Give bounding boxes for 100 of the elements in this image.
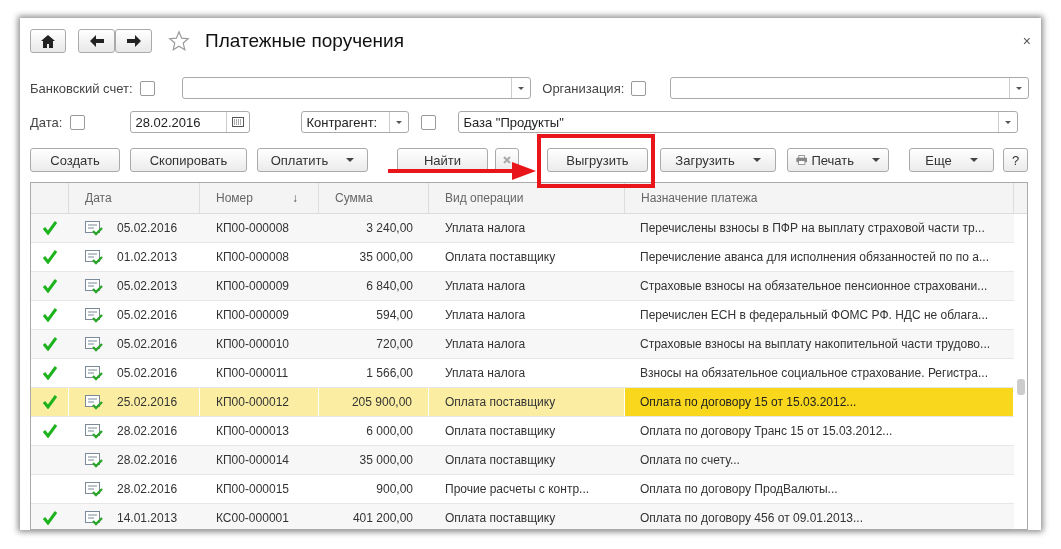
column-header[interactable]: Номер — [216, 191, 253, 205]
column-header[interactable]: Вид операции — [445, 191, 524, 205]
toolbar-button[interactable]: Скопировать — [130, 148, 247, 172]
table-cell: Страховые взносы на обязательное пенсионное страховани... — [640, 279, 988, 293]
counterparty-field[interactable]: База "Продукты" — [458, 111, 1019, 133]
table-cell: 1 566,00 — [366, 366, 413, 380]
table-row[interactable]: 05.02.2013 КП00-000009 6 840,00 Уплата налога Страховые взносы на обязательное пенсионное страховани... — [31, 272, 1014, 301]
back-button[interactable] — [78, 29, 115, 53]
table-cell: 28.02.2016 — [117, 482, 178, 496]
checkbox[interactable] — [631, 80, 647, 96]
caret-icon — [346, 158, 355, 162]
document-icon — [85, 220, 103, 236]
table-cell: Оплата поставщику — [445, 511, 556, 525]
table-cell: Оплата по счету... — [640, 453, 740, 467]
column-header[interactable]: Сумма — [335, 191, 373, 205]
table-cell: 3 240,00 — [366, 221, 413, 235]
table-row[interactable]: 05.02.2016 КП00-000010 720,00 Уплата налога Страховые взносы на выплату накопительной части трудово... — [31, 330, 1014, 359]
field-label: Организация: — [542, 80, 625, 96]
table-cell: 05.02.2016 — [117, 366, 178, 380]
table-cell: Взносы на обязательное социальное страхование. Регистра... — [640, 366, 988, 380]
table-cell: Уплата налога — [445, 366, 526, 380]
table-cell: 720,00 — [376, 337, 413, 351]
scroll-thumb[interactable] — [1017, 379, 1025, 395]
table-cell: 401 200,00 — [352, 511, 413, 525]
table-row[interactable]: 14.01.2013 КС00-000001 401 200,00 Оплата поставщику Оплата по договору 456 от 09.01.2013... — [31, 504, 1014, 529]
toolbar-button[interactable]: Оплатить — [257, 148, 368, 172]
table-cell: КП00-000008 — [216, 221, 289, 235]
table-cell: КП00-000013 — [216, 424, 289, 438]
document-icon — [85, 307, 103, 323]
calendar-icon — [232, 117, 245, 127]
bank-account-field[interactable] — [181, 77, 532, 99]
column-header[interactable]: Назначение платежа — [641, 191, 758, 205]
toolbar-button[interactable]: Печать — [787, 148, 889, 172]
table-row[interactable]: 25.02.2016 КП00-000012 205 900,00 Оплата поставщику Оплата по договору 15 от 15.03.2012... — [31, 388, 1014, 417]
sort-indicator: ↓ — [292, 191, 298, 205]
document-icon — [85, 336, 103, 352]
table-cell: 6 000,00 — [366, 424, 413, 438]
forward-button[interactable] — [115, 29, 152, 53]
back-arrow-icon — [89, 35, 104, 47]
organization-field[interactable] — [670, 77, 1029, 99]
table-cell: 01.02.2013 — [117, 250, 178, 264]
table-cell: 35 000,00 — [359, 250, 413, 264]
checkbox[interactable] — [70, 114, 86, 130]
table-cell: 28.02.2016 — [117, 424, 178, 438]
table-cell: Оплата поставщику — [445, 453, 556, 467]
caret-icon — [969, 158, 978, 162]
table-cell: КП00-000012 — [216, 395, 289, 409]
table-cell: Уплата налога — [445, 279, 526, 293]
forward-arrow-icon — [126, 35, 141, 47]
checkbox[interactable] — [421, 114, 437, 130]
table-cell: Прочие расчеты с контр... — [445, 482, 590, 496]
date-field[interactable]: 28.02.2016 — [130, 111, 251, 133]
caret-icon — [752, 158, 761, 162]
table-cell: КС00-000001 — [216, 511, 289, 525]
counterparty-type-field[interactable]: Контрагент: — [301, 111, 410, 133]
toolbar-button[interactable]: Выгрузить — [547, 148, 648, 172]
table-cell: Страховые взносы на выплату накопительной части трудово... — [640, 337, 991, 351]
table-cell: Оплата по договору Транс 15 от 15.03.2012... — [640, 424, 893, 438]
table-row[interactable]: 28.02.2016 КП00-000014 35 000,00 Оплата поставщику Оплата по счету... — [31, 446, 1014, 475]
toolbar-button[interactable]: ? — [1003, 148, 1028, 172]
table-cell: 205 900,00 — [351, 395, 412, 409]
column-header[interactable]: Дата — [85, 191, 112, 205]
document-icon — [85, 423, 103, 439]
table-cell: Оплата по договору 456 от 09.01.2013... — [640, 511, 864, 525]
table-cell: Оплата поставщику — [445, 250, 556, 264]
close-button[interactable]: × — [1022, 33, 1031, 49]
table-cell: 35 000,00 — [359, 453, 413, 467]
document-icon — [85, 452, 103, 468]
table-cell: 14.01.2013 — [117, 511, 178, 525]
table-cell: Уплата налога — [445, 337, 526, 351]
document-icon — [85, 365, 103, 381]
table-cell: КП00-000008 — [216, 250, 289, 264]
table-cell: КП00-000015 — [216, 482, 289, 496]
table-cell: КП00-000011 — [216, 366, 289, 380]
table-cell: Оплата поставщику — [445, 395, 556, 409]
field-label: Дата: — [30, 114, 63, 130]
toolbar-button[interactable]: Еще — [909, 148, 994, 172]
document-icon — [85, 394, 103, 410]
caret-icon — [872, 158, 880, 162]
toolbar-button[interactable]: Найти — [397, 148, 488, 172]
document-icon — [85, 278, 103, 294]
table-cell: 05.02.2016 — [117, 308, 178, 322]
home-icon — [41, 34, 55, 48]
document-icon — [85, 510, 103, 526]
star-icon[interactable] — [168, 30, 190, 52]
table-cell: 05.02.2016 — [117, 337, 178, 351]
table-cell: Уплата налога — [445, 221, 526, 235]
printer-icon — [796, 153, 808, 167]
table-cell: 6 840,00 — [366, 279, 413, 293]
table-row[interactable]: 05.02.2016 КП00-000008 3 240,00 Уплата налога Перечислены взносы в ПФР на выплату страховой части тр... — [31, 214, 1014, 243]
table-cell: Перечисление аванса для исполнения обязанностей по по а... — [640, 250, 989, 264]
table-cell: КП00-000010 — [216, 337, 289, 351]
checkbox[interactable] — [139, 80, 155, 96]
toolbar-button[interactable]: Загрузить — [660, 148, 776, 172]
table-cell: КП00-000009 — [216, 279, 289, 293]
table-cell: 25.02.2016 — [117, 395, 178, 409]
table-cell: 594,00 — [376, 308, 413, 322]
field-label: Банковский счет: — [30, 80, 133, 96]
toolbar-button[interactable]: Создать — [30, 148, 120, 172]
home-button[interactable] — [30, 29, 66, 53]
